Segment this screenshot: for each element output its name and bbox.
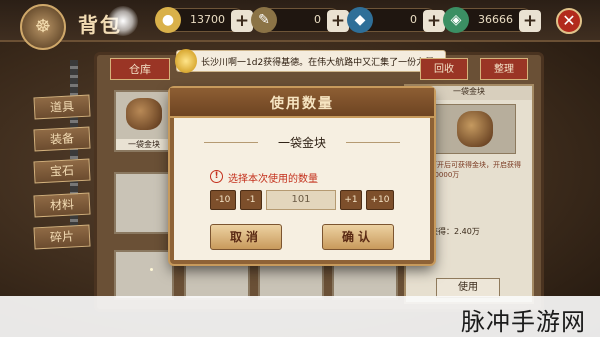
quantity-prompt: 选择本次使用的数量 [228, 174, 318, 185]
tab-recycle[interactable]: 回收 [420, 58, 468, 80]
resource-feather: ✎ 0 + [251, 7, 349, 33]
resource-value: 13700 [190, 13, 225, 26]
resource-value: 36666 [478, 13, 513, 26]
add-gem-button[interactable]: + [519, 10, 541, 32]
resource-value: 0 [314, 13, 321, 26]
quantity-field[interactable]: 101 [266, 190, 336, 210]
category-gems[interactable]: 宝石 [33, 158, 91, 184]
gold-bag-icon [457, 111, 493, 147]
plus-10-button[interactable]: +10 [366, 190, 394, 210]
cancel-button[interactable]: 取消 [210, 224, 282, 250]
quantity-dialog: 使用数量 一袋金块 ! 选择本次使用的数量 -10 -1 101 +1 +10 … [170, 88, 434, 264]
slot-label: 一袋金块 [116, 139, 172, 150]
gold-bag-icon [126, 98, 162, 130]
plus-1-button[interactable]: +1 [340, 190, 362, 210]
sparkle [150, 268, 153, 271]
category-equipment[interactable]: 装备 [33, 126, 91, 152]
close-button[interactable]: ✕ [556, 8, 582, 34]
resource-diamond: ◆ 0 + [347, 7, 445, 33]
category-props[interactable]: 道具 [33, 94, 91, 120]
minus-1-button[interactable]: -1 [240, 190, 262, 210]
watermark: 脉冲手游网 [461, 308, 586, 336]
inventory-slot[interactable] [114, 250, 174, 300]
add-coins-button[interactable]: + [231, 10, 253, 32]
category-materials[interactable]: 材料 [33, 192, 91, 218]
coin-icon: ● [155, 7, 181, 33]
gem-icon: ◈ [443, 7, 469, 33]
inventory-slot[interactable]: 一袋金块 [114, 90, 174, 152]
resource-gem: ◈ 36666 + [443, 7, 541, 33]
warning-icon: ! [210, 170, 223, 183]
minus-10-button[interactable]: -10 [210, 190, 236, 210]
tab-sort[interactable]: 整理 [480, 58, 528, 80]
inventory-slot[interactable] [114, 172, 174, 234]
dialog-title: 使用数量 [270, 96, 334, 112]
category-fragments[interactable]: 碎片 [33, 224, 91, 250]
divider [346, 142, 400, 143]
detail-gold: 获得：2.40万 [430, 227, 480, 236]
glow-effect [108, 6, 138, 36]
news-text: 长沙川啊一1d2获得基德。在伟大航路中又汇集了一份力量 [201, 58, 435, 68]
feather-icon: ✎ [251, 7, 277, 33]
confirm-button[interactable]: 确认 [322, 224, 394, 250]
diamond-icon: ◆ [347, 7, 373, 33]
coin-icon [175, 49, 197, 73]
detail-item-frame [426, 104, 516, 154]
add-diamond-button[interactable]: + [423, 10, 445, 32]
resource-value: 0 [410, 13, 417, 26]
news-ticker: 长沙川啊一1d2获得基德。在伟大航路中又汇集了一份力量 [175, 49, 446, 73]
dialog-title-bar: 使用数量 [170, 88, 434, 118]
detail-description: 打开后可获得金块，开启获得10000万 [430, 161, 521, 179]
use-button[interactable]: 使用 [436, 278, 500, 298]
emblem-icon[interactable]: ☸ [20, 4, 66, 50]
add-feather-button[interactable]: + [327, 10, 349, 32]
resource-coins: ● 13700 + [155, 7, 253, 33]
game-scene: ☸ 背包 ● 13700 + ✎ 0 + ◆ 0 + ◈ 36666 + ✕ 仓… [0, 0, 600, 337]
tab-storage[interactable]: 仓库 [110, 58, 170, 80]
